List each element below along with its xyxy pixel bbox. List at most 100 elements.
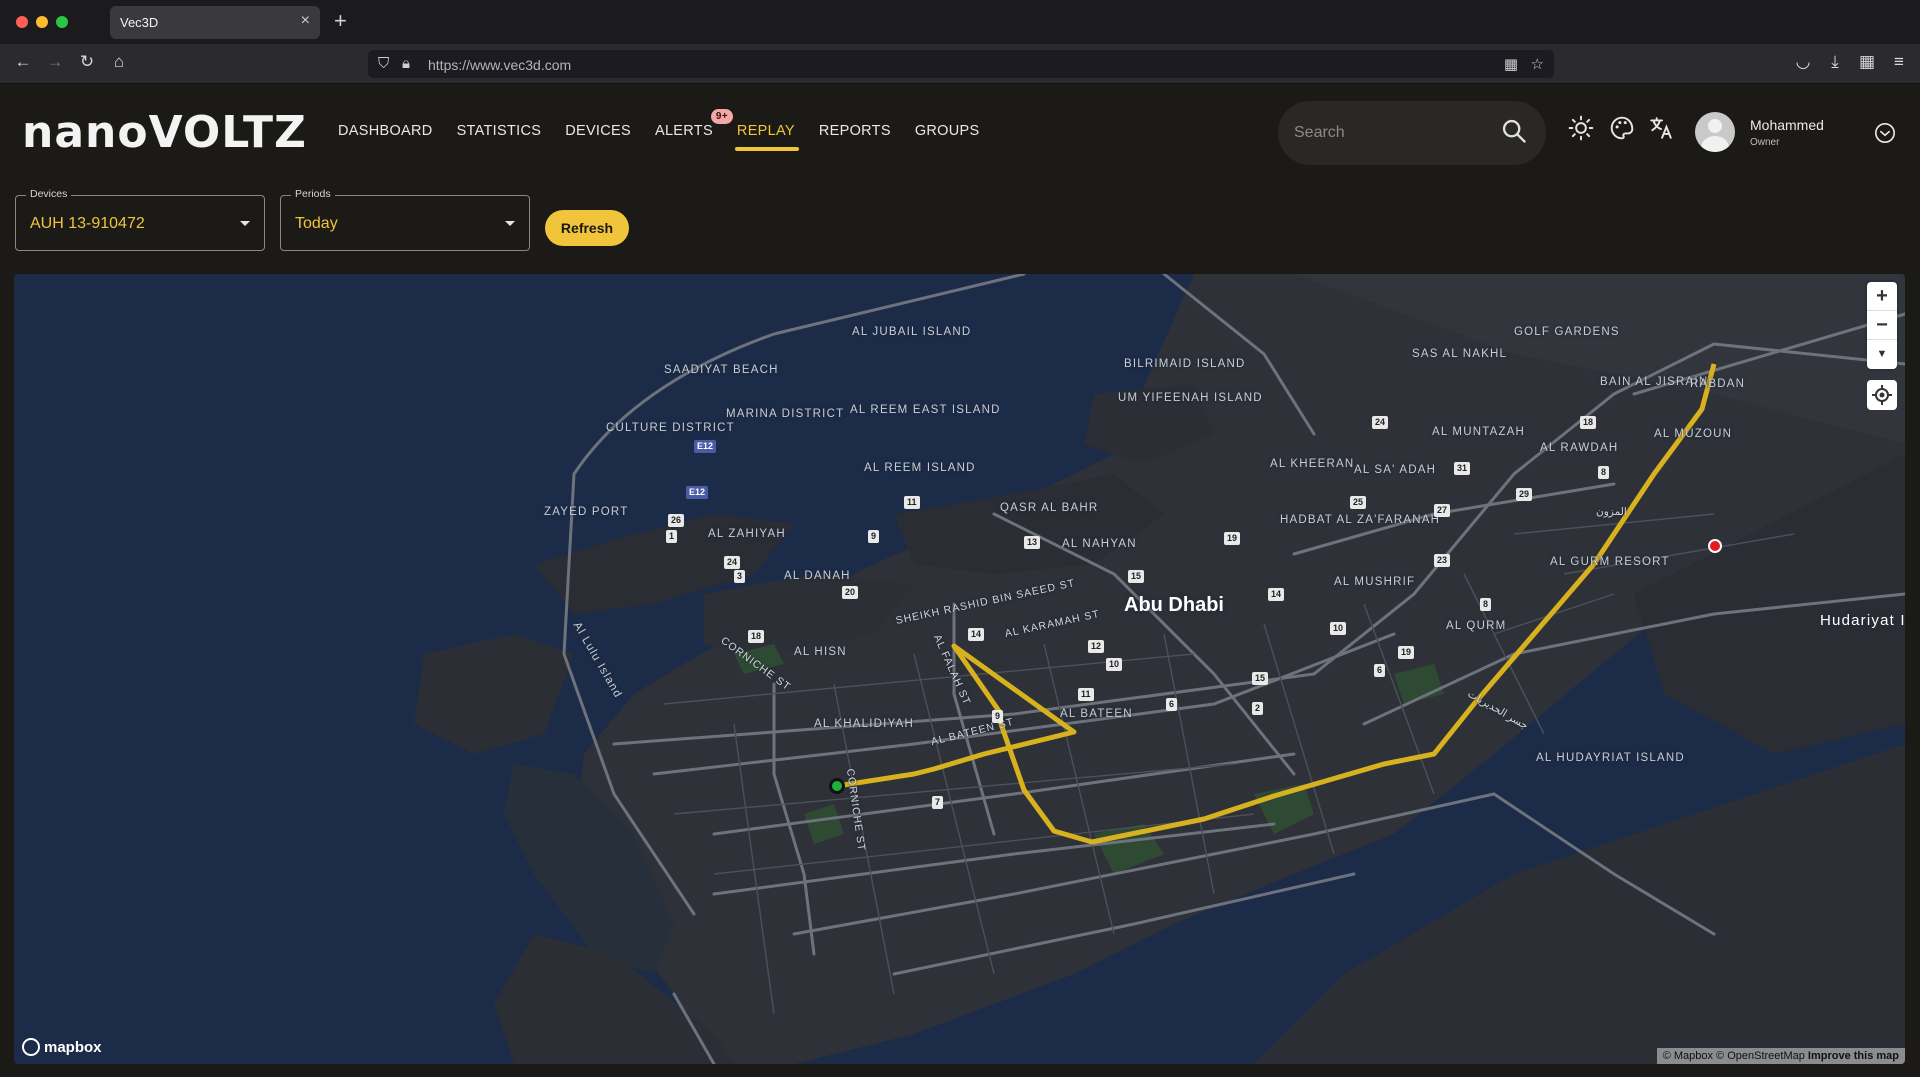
mapbox-logo[interactable]: mapbox [22, 1038, 102, 1056]
attribution-text[interactable]: © Mapbox © OpenStreetMap [1663, 1050, 1805, 1062]
tab-close-icon[interactable]: × [301, 12, 310, 30]
search-box[interactable]: Search [1278, 101, 1546, 165]
browser-tab[interactable]: Vec3D × [110, 6, 320, 39]
road-shield: 13 [1024, 536, 1041, 549]
zoom-controls: + − ▼ [1867, 282, 1897, 369]
trip-end-marker[interactable] [1708, 539, 1722, 553]
road-shield: E12 [686, 486, 709, 499]
map-label: BILRIMAID ISLAND [1124, 358, 1246, 370]
url-bar[interactable]: ⛉ 🔒︎ https://www.vec3d.com ▦ ☆ [368, 50, 1554, 78]
zoom-in-button[interactable]: + [1867, 282, 1897, 311]
new-tab-icon[interactable]: + [334, 8, 347, 34]
crosshair-icon[interactable] [1867, 380, 1897, 410]
palette-icon[interactable] [1609, 115, 1635, 141]
road-shield: 10 [1330, 622, 1347, 635]
map-label: SAADIYAT BEACH [664, 364, 779, 376]
download-icon[interactable]: ⤓ [1824, 52, 1846, 72]
map-label: Hudariyat I [1820, 612, 1905, 629]
menu-item-reports[interactable]: REPORTS [819, 123, 891, 151]
map-label: GOLF GARDENS [1514, 326, 1620, 338]
caret-down-icon[interactable] [505, 221, 515, 226]
map-label: AL REEM ISLAND [864, 462, 976, 474]
periods-value[interactable]: Today [295, 215, 338, 233]
map-label: RABDAN [1690, 378, 1746, 390]
map-label: AL DANAH [784, 570, 851, 582]
street-label: المزون [1596, 506, 1627, 518]
map-label: AL MUNTAZAH [1432, 426, 1526, 438]
map-view[interactable]: AL JUBAIL ISLAND SAADIYAT BEACH MARINA D… [14, 274, 1905, 1064]
brightness-icon[interactable] [1568, 115, 1594, 141]
back-icon[interactable]: ← [12, 52, 34, 72]
user-name[interactable]: Mohammed [1750, 117, 1824, 133]
road-shield: 27 [1434, 504, 1451, 517]
road-shield: 15 [1128, 570, 1145, 583]
road-shield: 6 [1374, 664, 1386, 677]
reload-icon[interactable]: ↻ [76, 52, 98, 72]
search-input[interactable]: Search [1294, 124, 1345, 142]
map-label: AL REEM EAST ISLAND [850, 404, 1001, 416]
map-label: AL NAHYAN [1062, 538, 1137, 550]
main-menu: DASHBOARD STATISTICS DEVICES ALERTS 9+ R… [338, 109, 980, 151]
close-window-icon[interactable] [16, 16, 28, 28]
road-shield: 15 [1252, 672, 1269, 685]
zoom-out-button[interactable]: − [1867, 311, 1897, 340]
pocket-icon[interactable]: ◡ [1792, 52, 1814, 72]
forward-icon[interactable]: → [44, 52, 66, 72]
menu-item-alerts[interactable]: ALERTS 9+ [654, 109, 733, 151]
avatar[interactable] [1695, 112, 1735, 152]
shield-icon[interactable]: ⛉ [378, 55, 389, 72]
devices-value[interactable]: AUH 13-910472 [30, 215, 145, 233]
map-label: AL ZAHIYAH [708, 528, 786, 540]
devices-select[interactable]: Devices AUH 13-910472 [15, 188, 265, 251]
menu-item-dashboard[interactable]: DASHBOARD [338, 123, 433, 151]
grid-icon[interactable]: ▦ [1504, 55, 1518, 73]
menu-item-replay[interactable]: REPLAY [734, 123, 799, 151]
road-shield: 1 [666, 530, 678, 543]
devices-label: Devices [26, 188, 72, 200]
maximize-window-icon[interactable] [56, 16, 68, 28]
periods-select[interactable]: Periods Today [280, 188, 530, 251]
translate-icon[interactable] [1648, 115, 1674, 141]
chevron-down-icon[interactable] [1874, 122, 1896, 144]
map-label: SAS AL NAKHL [1412, 348, 1508, 360]
bookmark-star-icon[interactable]: ☆ [1531, 55, 1544, 73]
hamburger-menu-icon[interactable]: ≡ [1888, 52, 1910, 72]
compass-button[interactable]: ▼ [1867, 340, 1897, 369]
road-shield: 8 [1598, 466, 1610, 479]
home-icon[interactable]: ⌂ [108, 52, 130, 72]
menu-item-statistics[interactable]: STATISTICS [457, 123, 542, 151]
menu-item-groups[interactable]: GROUPS [915, 123, 980, 151]
url-text[interactable]: https://www.vec3d.com [428, 57, 571, 73]
map-label: CULTURE DISTRICT [606, 422, 735, 434]
road-shield: 19 [1398, 646, 1415, 659]
refresh-button[interactable]: Refresh [545, 210, 629, 246]
map-label: AL SA' ADAH [1354, 464, 1437, 476]
extensions-icon[interactable]: ▦ [1856, 52, 1878, 72]
menu-item-devices[interactable]: DEVICES [565, 123, 631, 151]
mapbox-logo-text: mapbox [44, 1038, 102, 1056]
minimize-window-icon[interactable] [36, 16, 48, 28]
lock-icon[interactable]: 🔒︎ [402, 55, 410, 72]
city-label: Abu Dhabi [1124, 594, 1224, 616]
app-logo[interactable]: nanoVOLTZ [22, 107, 307, 158]
menu-item-alerts-label: ALERTS [654, 123, 713, 139]
trip-start-marker[interactable] [829, 778, 845, 794]
road-shield: 29 [1516, 488, 1533, 501]
map-label: AL QURM [1446, 620, 1507, 632]
road-shield: 2 [1252, 702, 1264, 715]
map-label: AL KHEERAN [1270, 458, 1355, 470]
road-shield: 25 [1350, 496, 1367, 509]
alerts-badge: 9+ [710, 109, 733, 124]
improve-map-link[interactable]: Improve this map [1808, 1050, 1899, 1062]
map-label: AL JUBAIL ISLAND [852, 326, 972, 338]
map-label: AL MUZOUN [1654, 428, 1733, 440]
road-shield: E12 [694, 440, 717, 453]
geolocate-button[interactable] [1867, 380, 1897, 410]
road-shield: 18 [1580, 416, 1597, 429]
road-shield: 8 [1480, 598, 1492, 611]
caret-down-icon[interactable] [240, 221, 250, 226]
road-shield: 18 [748, 630, 765, 643]
map-canvas[interactable] [14, 274, 1905, 1064]
road-shield: 26 [668, 514, 685, 527]
search-icon[interactable] [1500, 117, 1528, 145]
